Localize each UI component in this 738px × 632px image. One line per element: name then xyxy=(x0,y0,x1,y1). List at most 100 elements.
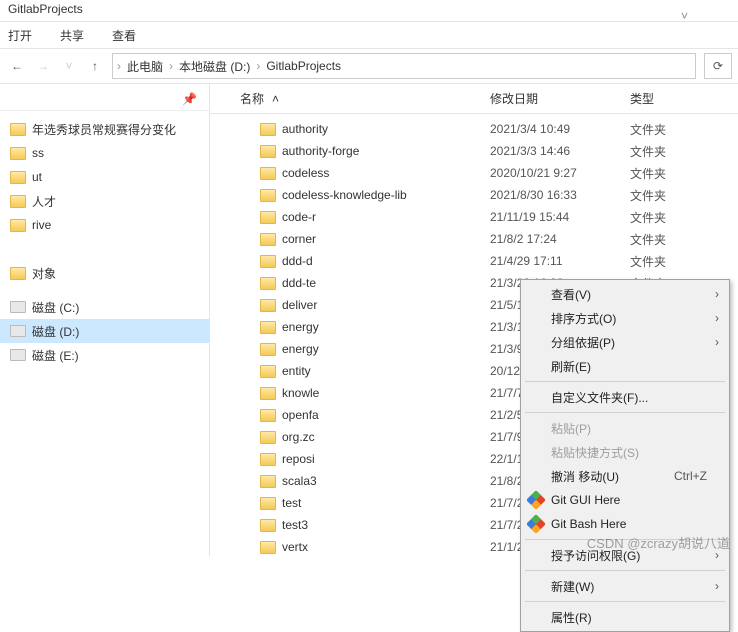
context-menu-item[interactable]: 刷新(E) xyxy=(523,354,727,378)
sidebar-item[interactable]: ut xyxy=(0,165,209,189)
file-pane[interactable]: 名称˄ 修改日期 类型 authority2021/3/4 10:49文件夹au… xyxy=(210,84,738,556)
menu-share[interactable]: 共享 xyxy=(60,27,84,44)
table-row[interactable]: authority2021/3/4 10:49文件夹 xyxy=(210,118,738,140)
table-row[interactable]: authority-forge 2021/3/3 14:46文件夹 xyxy=(210,140,738,162)
col-name[interactable]: 名称˄ xyxy=(210,90,490,107)
chevron-right-icon: › xyxy=(117,59,121,73)
sidebar-drive[interactable]: 磁盘 (D:) xyxy=(0,319,209,343)
file-name: reposi xyxy=(282,452,315,466)
table-row[interactable]: codeless 2020/10/21 9:27文件夹 xyxy=(210,162,738,184)
table-row[interactable]: ddd-d21/4/29 17:11文件夹 xyxy=(210,250,738,272)
context-menu-item[interactable]: Git GUI Here xyxy=(523,488,727,512)
file-type: 文件夹 xyxy=(630,209,738,226)
sidebar-drive[interactable]: 磁盘 (C:) xyxy=(0,295,209,319)
column-headers: 名称˄ 修改日期 类型 xyxy=(210,84,738,114)
folder-icon xyxy=(260,189,276,202)
context-menu-item[interactable]: 排序方式(O)› xyxy=(523,306,727,330)
table-row[interactable]: codeless-knowledge-lib2021/8/30 16:33文件夹 xyxy=(210,184,738,206)
file-name: test xyxy=(282,496,301,510)
chevron-right-icon: › xyxy=(715,335,719,349)
file-name: code-r xyxy=(282,210,316,224)
folder-icon xyxy=(260,365,276,378)
folder-icon xyxy=(260,123,276,136)
sort-indicator-icon: ˄ xyxy=(272,92,279,106)
nav-up-button[interactable]: ↑ xyxy=(84,55,106,77)
file-type: 文件夹 xyxy=(630,253,738,270)
folder-icon xyxy=(10,171,26,184)
crumb-drive[interactable]: 本地磁盘 (D:) xyxy=(175,58,254,75)
nav-history-button[interactable]: ˅ xyxy=(58,55,80,77)
folder-icon xyxy=(260,343,276,356)
separator xyxy=(525,601,725,602)
shortcut-label: Ctrl+Z xyxy=(674,469,707,483)
folder-icon xyxy=(260,475,276,488)
git-icon xyxy=(526,490,546,510)
context-menu-item[interactable]: 撤消 移动(U)Ctrl+Z xyxy=(523,464,727,488)
folder-icon xyxy=(260,387,276,400)
context-menu: 查看(V)›排序方式(O)›分组依据(P)›刷新(E) 自定义文件夹(F)... 粘… xyxy=(520,279,730,632)
file-date: 2020/10/21 9:27 xyxy=(490,166,630,180)
file-name: energy xyxy=(282,320,319,334)
folder-icon xyxy=(10,123,26,136)
drive-icon xyxy=(10,349,26,361)
file-name: entity xyxy=(282,364,311,378)
folder-icon xyxy=(260,299,276,312)
file-date: 21/11/19 15:44 xyxy=(490,210,630,224)
context-menu-item[interactable]: 新建(W)› xyxy=(523,574,727,598)
file-type: 文件夹 xyxy=(630,143,738,160)
sidebar-item[interactable]: rive xyxy=(0,213,209,237)
file-date: 2021/3/3 14:46 xyxy=(490,144,630,158)
table-row[interactable]: code-r 21/11/19 15:44文件夹 xyxy=(210,206,738,228)
file-name: knowle xyxy=(282,386,319,400)
menu-open[interactable]: 打开 xyxy=(8,27,32,44)
folder-icon xyxy=(260,255,276,268)
folder-icon xyxy=(260,167,276,180)
file-name: ddd-te xyxy=(282,276,316,290)
file-name: openfa xyxy=(282,408,319,422)
chevron-down-icon[interactable]: ˅ xyxy=(681,9,688,23)
folder-icon xyxy=(260,211,276,224)
file-date: 2021/8/30 16:33 xyxy=(490,188,630,202)
file-name: authority-forge xyxy=(282,144,359,158)
menu-view[interactable]: 查看 xyxy=(112,27,136,44)
file-name: org.zc xyxy=(282,430,315,444)
chevron-right-icon: › xyxy=(715,311,719,325)
separator xyxy=(525,570,725,571)
file-type: 文件夹 xyxy=(630,187,738,204)
nav-back-button[interactable]: ← xyxy=(6,55,28,77)
pin-icon[interactable]: 📌 xyxy=(182,92,197,106)
separator xyxy=(525,412,725,413)
context-menu-item: 粘贴快捷方式(S) xyxy=(523,440,727,464)
folder-icon xyxy=(260,541,276,554)
folder-icon xyxy=(260,145,276,158)
table-row[interactable]: corner21/8/2 17:24文件夹 xyxy=(210,228,738,250)
sidebar: 📌 年选秀球员常规赛得分变化ssut人才rive 对象 磁盘 (C:)磁盘 (D… xyxy=(0,84,210,556)
context-menu-item[interactable]: 查看(V)› xyxy=(523,282,727,306)
sidebar-item[interactable]: ss xyxy=(0,141,209,165)
crumb-pc[interactable]: 此电脑 xyxy=(123,58,167,75)
folder-icon xyxy=(260,519,276,532)
folder-icon xyxy=(260,321,276,334)
watermark: CSDN @zcrazy胡说八道 xyxy=(587,533,730,552)
sidebar-item[interactable] xyxy=(0,237,209,261)
col-type[interactable]: 类型 xyxy=(630,90,738,107)
file-name: codeless xyxy=(282,166,329,180)
breadcrumb[interactable]: › 此电脑 › 本地磁盘 (D:) › GitlabProjects ˅ xyxy=(112,53,696,79)
context-menu-item[interactable]: 分组依据(P)› xyxy=(523,330,727,354)
file-type: 文件夹 xyxy=(630,165,738,182)
refresh-button[interactable]: ⟳ xyxy=(704,53,732,79)
sidebar-drive[interactable]: 磁盘 (E:) xyxy=(0,343,209,367)
sidebar-item[interactable]: 年选秀球员常规赛得分变化 xyxy=(0,117,209,141)
context-menu-item[interactable]: 属性(R) xyxy=(523,605,727,629)
chevron-right-icon: › xyxy=(715,287,719,301)
col-date[interactable]: 修改日期 xyxy=(490,90,630,107)
file-name: test3 xyxy=(282,518,308,532)
file-type: 文件夹 xyxy=(630,231,738,248)
file-date: 21/8/2 17:24 xyxy=(490,232,630,246)
context-menu-item[interactable]: 自定义文件夹(F)... xyxy=(523,385,727,409)
sidebar-item[interactable]: 人才 xyxy=(0,189,209,213)
sidebar-item[interactable]: 对象 xyxy=(0,261,209,285)
crumb-folder[interactable]: GitlabProjects xyxy=(262,59,345,73)
file-name: deliver xyxy=(282,298,317,312)
toolbar: ← → ˅ ↑ › 此电脑 › 本地磁盘 (D:) › GitlabProjec… xyxy=(0,48,738,84)
